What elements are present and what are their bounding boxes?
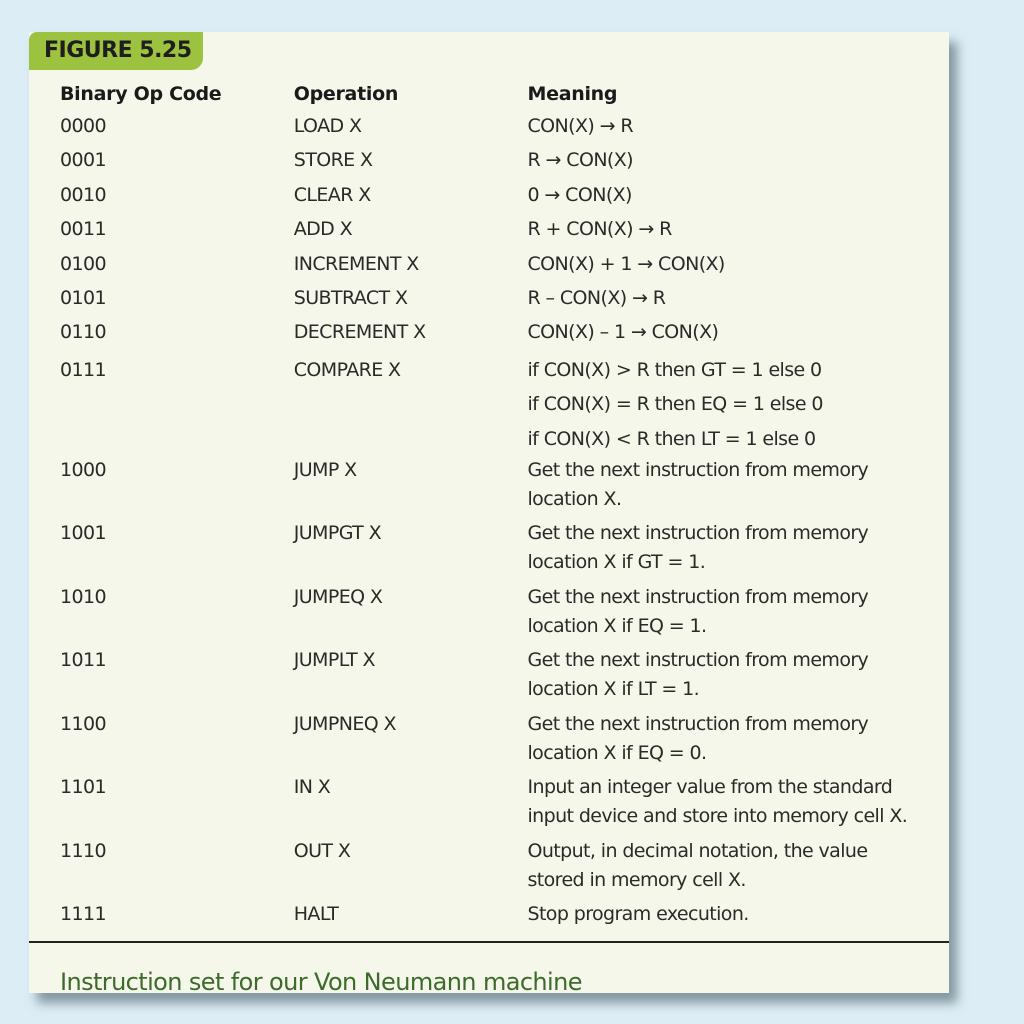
- meaning-cell: 0 → CON(X): [528, 181, 941, 215]
- table-row: 0101 SUBTRACT X R – CON(X) → R: [60, 284, 940, 318]
- operation-cell: IN X: [293, 776, 331, 799]
- op-code-cell: 1100: [60, 712, 107, 735]
- table-row: 0001 STORE X R → CON(X): [60, 146, 940, 180]
- table-row: 1001 JUMPGT X Get the next instruction fro…: [60, 519, 940, 583]
- op-code-cell: 0001: [60, 149, 107, 172]
- operation-cell: JUMPGT X: [293, 522, 382, 545]
- op-code-cell: 0000: [60, 115, 107, 137]
- table-row: 1010 JUMPEQ X Get the next instruction fro…: [60, 583, 940, 647]
- op-code-cell: 0101: [60, 286, 107, 309]
- operation-cell: SUBTRACT X: [293, 286, 408, 309]
- table-body: 0000 LOAD X CON(X) → R 0001 STORE X R → CON(X…: [60, 112, 940, 935]
- meaning-cell: R → CON(X): [528, 146, 941, 180]
- op-code-cell: 1010: [60, 585, 107, 608]
- meaning-cell: Stop program execution.: [528, 900, 941, 934]
- table-header-row: Binary Op Code Operation Meaning: [60, 78, 940, 112]
- table-row: 0011 ADD X R + CON(X) → R: [60, 215, 940, 249]
- operation-cell: COMPARE X: [293, 358, 401, 381]
- operation-cell: OUT X: [293, 839, 351, 862]
- meaning-line: Output, in decimal notation, the value: [527, 839, 869, 862]
- op-code-cell: 0011: [60, 218, 107, 241]
- meaning-cell: if CON(X) > R then GT = 1 else 0 if CON(X…: [528, 353, 941, 456]
- operation-cell: ADD X: [293, 218, 353, 241]
- meaning-line: location X if GT = 1.: [527, 551, 706, 574]
- meaning-line: input device and store into memory cell …: [527, 805, 908, 828]
- meaning-line: location X if LT = 1.: [527, 678, 700, 701]
- table-row: 0010 CLEAR X 0 → CON(X): [60, 181, 940, 215]
- table-row: 1000 JUMP X Get the next instruction from …: [60, 456, 940, 520]
- meaning-line: CON(X) – 1 → CON(X): [527, 321, 719, 344]
- meaning-line: R – CON(X) → R: [527, 286, 666, 309]
- meaning-cell: Get the next instruction from memory loca…: [528, 583, 941, 647]
- operation-cell: JUMP X: [293, 458, 357, 481]
- meaning-line: CON(X) + 1 → CON(X): [527, 252, 726, 275]
- figure-label: FIGURE 5.25: [29, 32, 203, 70]
- meaning-cell: Output, in decimal notation, the value st…: [528, 837, 941, 901]
- op-code-cell: 1000: [60, 458, 107, 481]
- meaning-line: location X if EQ = 1.: [527, 614, 708, 637]
- operation-cell: JUMPEQ X: [293, 585, 383, 608]
- op-code-cell: 1110: [60, 839, 107, 862]
- op-code-cell: 1011: [60, 649, 107, 672]
- header-operation: Operation: [293, 83, 399, 105]
- figure-caption: Instruction set for our Von Neumann mach…: [60, 968, 582, 993]
- figure-card: FIGURE 5.25 Binary Op Code Operation Mea…: [29, 32, 949, 993]
- table-row: 0111 COMPARE X if CON(X) > R then GT = 1 e…: [60, 353, 940, 456]
- operation-cell: JUMPLT X: [293, 649, 376, 672]
- op-code-cell: 0110: [60, 321, 107, 344]
- header-meaning: Meaning: [527, 83, 618, 105]
- table-row: 1011 JUMPLT X Get the next instruction fro…: [60, 646, 940, 710]
- meaning-cell: R + CON(X) → R: [528, 215, 941, 249]
- meaning-line: Get the next instruction from memory: [527, 712, 869, 735]
- op-code-cell: 0010: [60, 183, 107, 206]
- op-code-cell: 0100: [60, 252, 107, 275]
- meaning-cell: Get the next instruction from memory loca…: [528, 519, 941, 583]
- meaning-line: Input an integer value from the standard: [527, 776, 893, 799]
- meaning-line: R + CON(X) → R: [527, 218, 673, 241]
- meaning-cell: R – CON(X) → R: [528, 284, 941, 318]
- op-code-cell: 0111: [60, 358, 107, 381]
- meaning-cell: CON(X) → R: [528, 112, 941, 146]
- caption-divider: [29, 941, 949, 943]
- meaning-cell: Get the next instruction from memory loca…: [528, 456, 941, 520]
- meaning-cell: CON(X) + 1 → CON(X): [528, 250, 941, 284]
- operation-cell: INCREMENT X: [293, 252, 420, 275]
- op-code-cell: 1111: [60, 903, 107, 926]
- operation-cell: CLEAR X: [293, 183, 372, 206]
- instruction-table: Binary Op Code Operation Meaning 0000 LOA…: [60, 78, 940, 935]
- meaning-line: location X.: [527, 487, 622, 510]
- table-row: 0110 DECREMENT X CON(X) – 1 → CON(X): [60, 318, 940, 352]
- meaning-line: Get the next instruction from memory: [527, 649, 869, 672]
- meaning-cell: Get the next instruction from memory loca…: [528, 646, 941, 710]
- operation-cell: LOAD X: [293, 115, 362, 137]
- meaning-line: stored in memory cell X.: [527, 868, 747, 891]
- meaning-line: Get the next instruction from memory: [527, 522, 869, 545]
- meaning-line: location X if EQ = 0.: [527, 741, 708, 764]
- meaning-line: Stop program execution.: [527, 903, 750, 926]
- operation-cell: HALT: [293, 903, 339, 926]
- table-row: 0000 LOAD X CON(X) → R: [60, 112, 940, 146]
- operation-cell: DECREMENT X: [293, 321, 426, 344]
- meaning-line: if CON(X) > R then GT = 1 else 0: [527, 358, 823, 381]
- meaning-line: Get the next instruction from memory: [527, 585, 869, 608]
- operation-cell: STORE X: [293, 149, 373, 172]
- table-row: 0100 INCREMENT X CON(X) + 1 → CON(X): [60, 250, 940, 284]
- operation-cell: JUMPNEQ X: [293, 712, 397, 735]
- table-row: 1111 HALT Stop program execution.: [60, 900, 940, 934]
- meaning-cell: Get the next instruction from memory loca…: [528, 710, 941, 774]
- table-row: 1100 JUMPNEQ X Get the next instruction fr…: [60, 710, 940, 774]
- meaning-line: CON(X) → R: [527, 115, 634, 137]
- meaning-line: Get the next instruction from memory: [527, 458, 869, 481]
- op-code-cell: 1001: [60, 522, 107, 545]
- meaning-line: R → CON(X): [527, 149, 634, 172]
- table-row: 1101 IN X Input an integer value from the …: [60, 773, 940, 837]
- header-binary-op-code: Binary Op Code: [60, 83, 222, 105]
- meaning-line: if CON(X) < R then LT = 1 else 0: [527, 427, 817, 450]
- op-code-cell: 1101: [60, 776, 107, 799]
- meaning-cell: Input an integer value from the standard…: [528, 773, 941, 837]
- meaning-cell: CON(X) – 1 → CON(X): [528, 318, 941, 352]
- meaning-line: 0 → CON(X): [527, 183, 633, 206]
- table-row: 1110 OUT X Output, in decimal notation, th…: [60, 837, 940, 901]
- meaning-line: if CON(X) = R then EQ = 1 else 0: [527, 393, 824, 416]
